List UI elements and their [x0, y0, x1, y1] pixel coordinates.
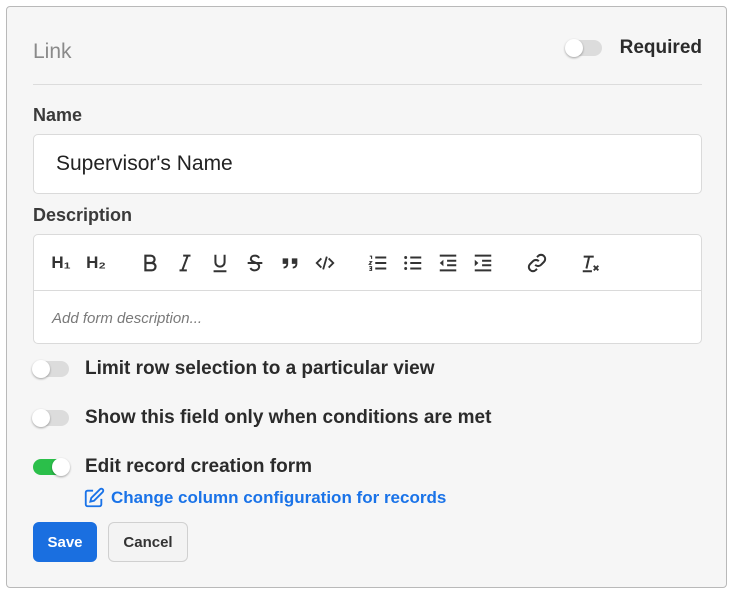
change-column-config-link[interactable]: Change column configuration for records [83, 487, 446, 509]
quote-button[interactable] [278, 251, 302, 275]
ordered-list-icon [368, 255, 387, 271]
bullet-list-button[interactable] [401, 251, 425, 275]
cancel-button[interactable]: Cancel [108, 522, 188, 562]
strikethrough-button[interactable] [243, 251, 267, 275]
outdent-button[interactable] [436, 251, 460, 275]
edit-record-creation-toggle[interactable] [33, 458, 70, 476]
save-button[interactable]: Save [33, 522, 97, 562]
show-conditions-toggle[interactable] [32, 409, 69, 427]
heading-1-button[interactable]: H₁ [49, 251, 73, 275]
field-header: Link Required [33, 37, 702, 85]
link-icon [527, 253, 547, 273]
description-editor: H₁ H₂ Add form description... [33, 234, 702, 344]
strikethrough-icon [247, 254, 263, 272]
toggle-knob [52, 458, 70, 476]
indent-icon [474, 254, 492, 272]
editor-toolbar: H₁ H₂ [34, 235, 701, 291]
clear-format-button[interactable] [579, 251, 603, 275]
option-limit-row-selection: Limit row selection to a particular view [32, 358, 435, 380]
required-toggle[interactable] [564, 39, 602, 57]
underline-icon [213, 254, 227, 273]
bullet-list-icon [404, 256, 422, 270]
italic-icon [179, 254, 191, 272]
toggle-knob [32, 409, 50, 427]
name-input[interactable] [33, 134, 702, 194]
description-input[interactable]: Add form description... [52, 310, 202, 327]
bold-icon [144, 254, 157, 272]
bold-button[interactable] [138, 251, 162, 275]
edit-record-creation-label: Edit record creation form [85, 456, 312, 477]
heading-2-button[interactable]: H₂ [84, 251, 108, 275]
limit-row-selection-label: Limit row selection to a particular view [85, 358, 435, 379]
field-config-card: Link Required Name Description H₁ H₂ [6, 6, 727, 588]
limit-row-selection-toggle[interactable] [32, 360, 69, 378]
description-label: Description [33, 205, 133, 225]
quote-icon [282, 258, 298, 269]
field-type-title: Link [33, 40, 72, 63]
code-icon [315, 256, 335, 270]
required-label: Required [619, 37, 702, 58]
heading-1-icon: H₁ [51, 253, 71, 272]
indent-button[interactable] [471, 251, 495, 275]
ordered-list-button[interactable] [366, 251, 390, 275]
heading-2-icon: H₂ [86, 253, 106, 272]
toggle-knob [32, 360, 50, 378]
option-edit-record-creation: Edit record creation form [33, 456, 312, 478]
change-column-config-label: Change column configuration for records [111, 488, 447, 507]
link-button[interactable] [525, 251, 549, 275]
show-conditions-label: Show this field only when conditions are… [85, 407, 492, 428]
underline-button[interactable] [208, 251, 232, 275]
option-show-conditions: Show this field only when conditions are… [32, 407, 492, 429]
name-label: Name [33, 105, 83, 125]
clear-format-icon [582, 255, 599, 273]
toggle-knob [564, 39, 583, 57]
outdent-icon [439, 254, 457, 272]
code-button[interactable] [313, 251, 337, 275]
edit-icon [84, 487, 105, 508]
required-toggle-group: Required [564, 37, 702, 59]
italic-button[interactable] [173, 251, 197, 275]
